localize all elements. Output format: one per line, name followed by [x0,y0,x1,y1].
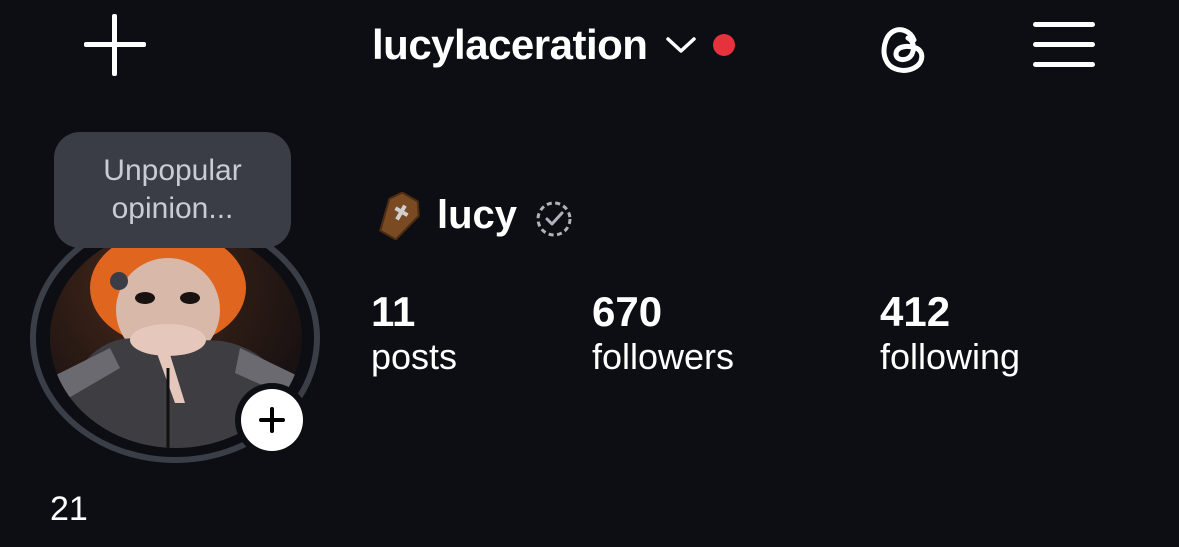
stat-followers-value: 670 [592,288,663,335]
stat-followers-label: followers [592,336,735,377]
create-plus-icon[interactable] [84,14,146,76]
stat-posts[interactable]: 11 posts [371,288,457,378]
chevron-down-icon [665,29,697,61]
age-label: 21 [50,490,88,528]
threads-icon[interactable] [872,18,932,78]
username: lucylaceration [372,21,648,68]
stat-following-value: 412 [880,288,951,335]
display-name: lucy [437,193,518,237]
stat-followers[interactable]: 670 followers [592,288,734,378]
stat-following[interactable]: 412 following [880,288,1020,378]
notification-dot [713,34,736,56]
note-bubble-tail [110,272,128,290]
add-story-button[interactable] [241,389,303,451]
stat-posts-label: posts [371,336,458,377]
note-text: Unpopular opinion... [103,154,242,225]
account-switcher[interactable]: lucylaceration [372,18,736,72]
stat-posts-value: 11 [371,288,416,335]
stat-following-label: following [880,336,1021,377]
verified-badge-icon[interactable] [535,200,573,238]
hamburger-menu-icon[interactable] [1033,20,1095,70]
coffin-emoji-icon [372,191,426,241]
